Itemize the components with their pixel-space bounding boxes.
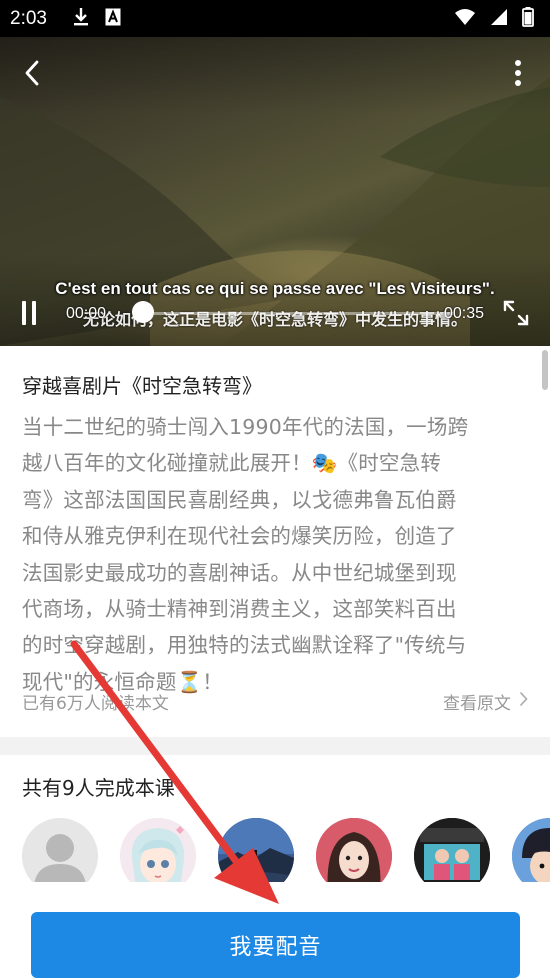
- article-body-line: 当十二世纪的骑士闯入1990年代的法国，一场跨: [22, 415, 469, 439]
- download-icon: [73, 7, 89, 31]
- article-body-line: 和侍从雅克伊利在现代社会的爆笑历险，创造了: [22, 524, 457, 549]
- video-gradient-overlay: [0, 37, 550, 346]
- article-body-line: 的时空穿越剧，用独特的法式幽默诠释了"传统与: [22, 633, 467, 658]
- total-time: 00:35: [443, 305, 484, 322]
- article-body-line: 越八百年的文化碰撞就此展开！🎭《时空急转: [22, 451, 442, 476]
- article-title: 穿越喜剧片《时空急转弯》: [22, 374, 262, 398]
- fullscreen-icon: [502, 300, 530, 331]
- pause-icon: [22, 301, 26, 325]
- chevron-left-icon: [24, 60, 40, 90]
- signal-icon: [490, 8, 508, 30]
- article-body-line: 法国影史最成功的喜剧神话。从中世纪城堡到现: [22, 560, 457, 585]
- status-time: 2:03: [10, 7, 47, 29]
- progress-bar[interactable]: [143, 312, 453, 315]
- scrollbar[interactable]: [542, 350, 548, 390]
- pause-button[interactable]: [22, 299, 44, 327]
- more-options-button[interactable]: [506, 57, 530, 93]
- more-vertical-icon: [514, 59, 522, 91]
- article-body: 当十二世纪的骑士闯入1990年代的法国，一场跨 越八百年的文化碰撞就此展开！🎭《…: [22, 409, 522, 700]
- app-screen: 2:03 C'est en tout cas ce qui se passe a…: [0, 0, 550, 979]
- article-body-line: 代商场，从骑士精神到消费主义，这部笑料百出: [22, 597, 457, 622]
- completed-count-title: 共有9人完成本课: [22, 776, 175, 800]
- view-original-label: 查看原文: [443, 694, 511, 714]
- pause-icon-bar: [32, 301, 36, 325]
- section-divider: [0, 737, 550, 755]
- current-time: 00:00: [66, 305, 107, 322]
- text-a-icon: [105, 8, 121, 30]
- status-bar: 2:03: [0, 0, 550, 37]
- dub-button[interactable]: 我要配音: [31, 912, 520, 978]
- chevron-right-icon: [519, 691, 528, 712]
- read-count: 已有6万人阅读本文: [22, 694, 169, 714]
- wifi-icon: [454, 8, 476, 30]
- video-player[interactable]: C'est en tout cas ce qui se passe avec "…: [0, 37, 550, 346]
- subtitle-french: C'est en tout cas ce qui se passe avec "…: [55, 279, 495, 298]
- view-original-link[interactable]: 查看原文: [443, 689, 528, 714]
- article-body-line: 弯》这部法国国民喜剧经典，以戈德弗鲁瓦伯爵: [22, 487, 457, 512]
- fullscreen-button[interactable]: [502, 299, 530, 327]
- progress-thumb[interactable]: [132, 301, 154, 323]
- battery-icon: [522, 6, 534, 31]
- back-button[interactable]: [14, 57, 50, 93]
